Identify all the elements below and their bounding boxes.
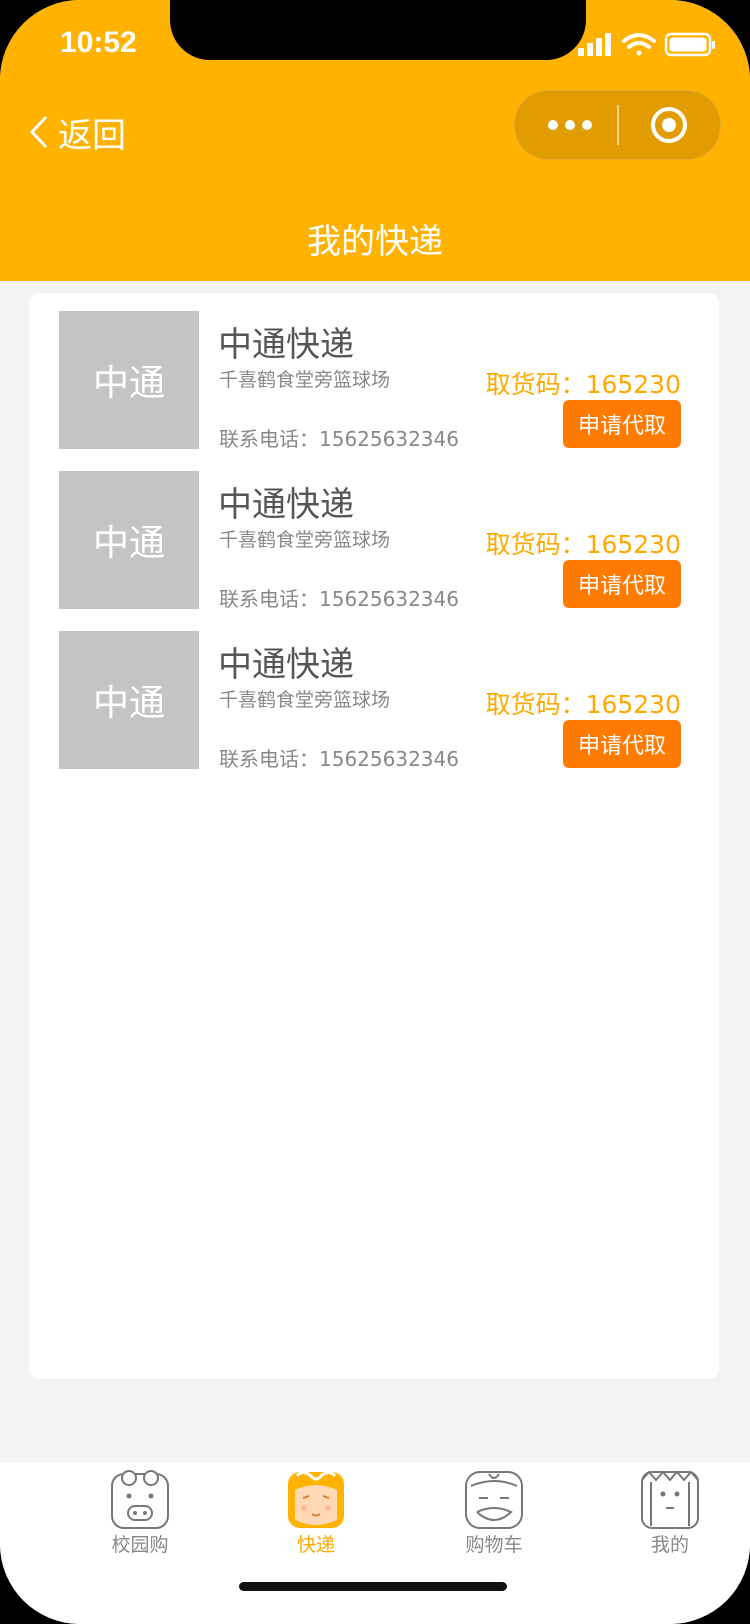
courier-name: 中通快递 [218, 645, 354, 685]
battery-icon [664, 32, 715, 57]
tab-label: 校园购 [111, 1534, 169, 1556]
status-icons [578, 32, 715, 57]
more-icon[interactable] [545, 113, 595, 137]
chevron-left-icon [29, 115, 48, 149]
notch [170, 0, 586, 60]
tab-mine[interactable]: 我的 [610, 1468, 730, 1564]
list-item[interactable]: 中通 中通快递 千喜鹤食堂旁篮球场 取货码：165230 联系电话：156256… [29, 443, 719, 611]
pickup-address: 千喜鹤食堂旁篮球场 [219, 529, 391, 551]
tab-label: 购物车 [465, 1534, 523, 1556]
back-button[interactable]: 返回 [28, 104, 126, 160]
tab-express[interactable]: 快递 [256, 1468, 376, 1564]
tab-label: 我的 [650, 1534, 689, 1556]
express-list: 中通 中通快递 千喜鹤食堂旁篮球场 取货码：165230 联系电话：156256… [29, 293, 719, 1379]
monkey-face-icon [288, 1471, 344, 1528]
status-time: 10:52 [60, 26, 137, 59]
request-pickup-button[interactable]: 申请代取 [563, 560, 681, 608]
page-title: 我的快递 [307, 222, 443, 262]
pickup-code: 取货码：165230 [485, 370, 681, 399]
request-pickup-button[interactable]: 申请代取 [563, 400, 681, 448]
pickup-address: 千喜鹤食堂旁篮球场 [219, 369, 391, 391]
signal-icon [578, 33, 611, 56]
courier-name: 中通快递 [218, 485, 354, 525]
tab-label: 快递 [296, 1534, 335, 1556]
contact-phone: 联系电话：15625632346 [219, 747, 459, 771]
tab-bar: 校园购 快递 购物车 我的 [0, 1462, 750, 1624]
request-pickup-button[interactable]: 申请代取 [563, 720, 681, 768]
courier-logo: 中通 [59, 471, 199, 609]
list-item[interactable]: 中通 中通快递 千喜鹤食堂旁篮球场 取货码：165230 联系电话：156256… [29, 603, 719, 771]
pig-face-icon [111, 1470, 169, 1529]
sandy-face-icon [641, 1470, 699, 1529]
pickup-code: 取货码：165230 [485, 530, 681, 559]
monk-face-icon [465, 1471, 523, 1529]
phone-screen: 10:52 返回 我的快递 中通 中通快递 千喜鹤食堂旁篮球场 取货码：1652… [0, 0, 750, 1624]
tab-campus-shop[interactable]: 校园购 [80, 1468, 200, 1564]
pickup-address: 千喜鹤食堂旁篮球场 [219, 689, 391, 711]
top-bar: 10:52 返回 我的快递 [0, 0, 750, 281]
back-label: 返回 [58, 115, 126, 156]
close-target-icon[interactable] [649, 105, 689, 145]
pickup-code: 取货码：165230 [485, 690, 681, 719]
courier-logo: 中通 [59, 311, 199, 449]
courier-logo: 中通 [59, 631, 199, 769]
mini-program-capsule [514, 90, 721, 160]
courier-name: 中通快递 [218, 325, 354, 365]
home-indicator [239, 1582, 507, 1591]
capsule-divider [617, 105, 619, 145]
list-item[interactable]: 中通 中通快递 千喜鹤食堂旁篮球场 取货码：165230 联系电话：156256… [29, 283, 719, 451]
wifi-icon [622, 33, 656, 56]
tab-cart[interactable]: 购物车 [434, 1468, 554, 1564]
